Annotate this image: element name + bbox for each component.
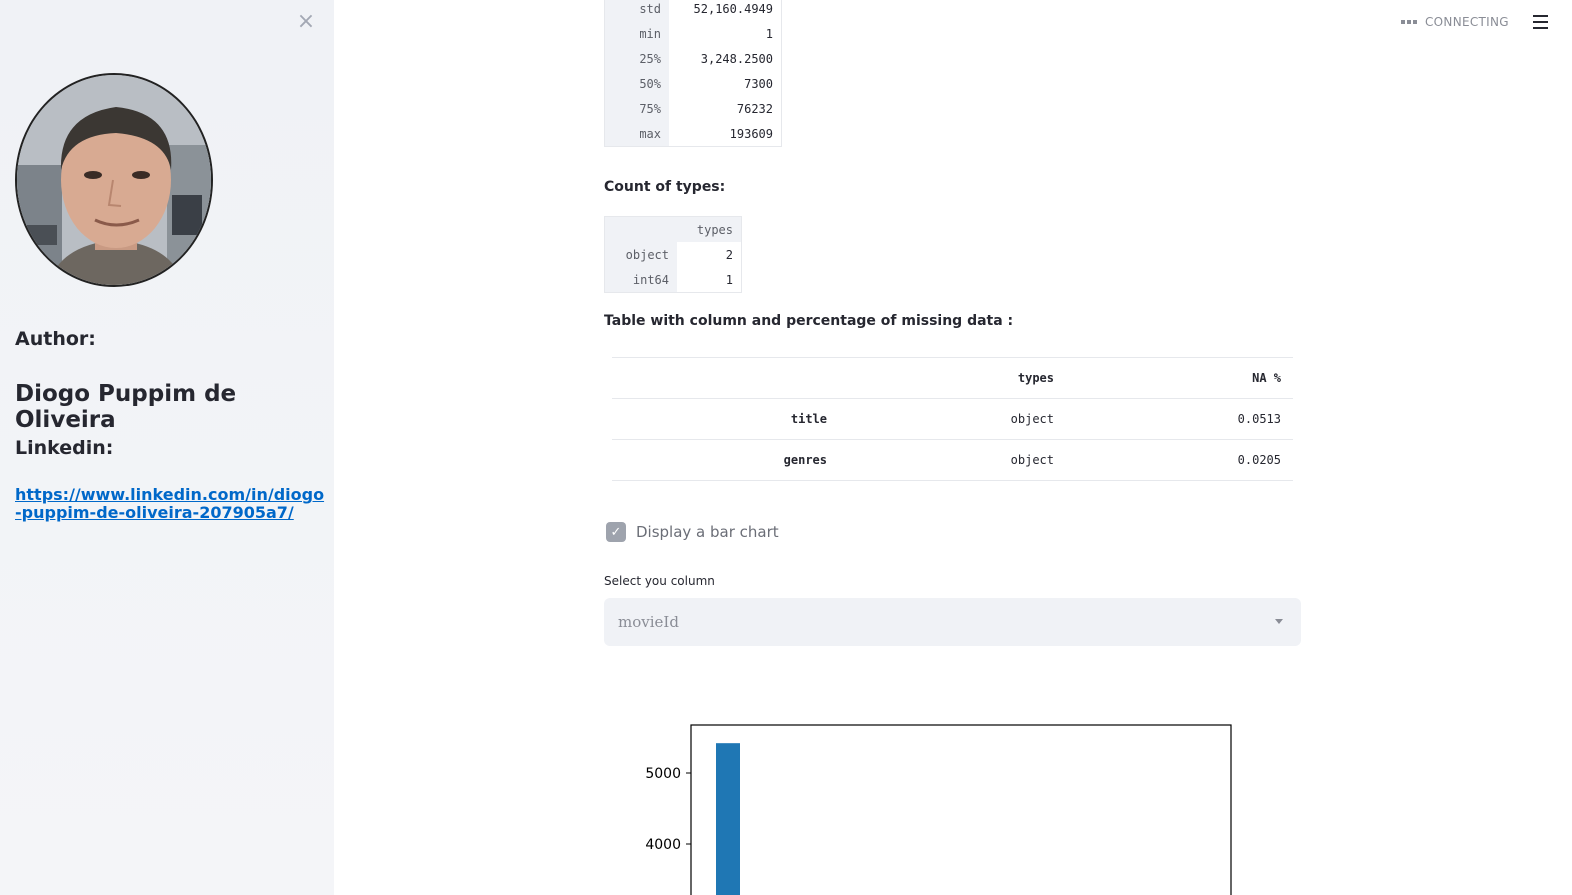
connection-status: CONNECTING <box>1401 13 1509 31</box>
table-row: 75% 76232 <box>604 96 782 121</box>
sidebar: × Author: Diogo Puppim de Oliveira Linke… <box>0 0 334 895</box>
author-name: Diogo Puppim de Oliveira <box>15 381 237 433</box>
describe-table: std 52,160.4949 min 1 25% 3,248.2500 50% 7300 75… <box>604 0 782 147</box>
missing-header-blank <box>612 357 839 399</box>
table-row: 25% 3,248.2500 <box>604 46 782 71</box>
table-row: max 193609 <box>604 121 782 147</box>
missing-data-title: Table with column and percentage of miss… <box>604 313 1014 329</box>
stat-label: std <box>604 0 669 21</box>
table-row: genres object 0.0205 <box>612 439 1293 481</box>
stat-value: 193609 <box>669 121 782 147</box>
table-row: int64 1 <box>604 267 742 293</box>
table-row: title object 0.0513 <box>612 398 1293 440</box>
chart-frame <box>690 724 1232 895</box>
stat-value: 7300 <box>669 71 782 96</box>
select-label: Select you column <box>604 574 715 588</box>
close-sidebar-icon[interactable]: × <box>296 11 316 33</box>
y-tick-label: 5000 <box>645 766 681 782</box>
bar <box>716 743 740 895</box>
missing-data-table: types NA % title object 0.0513 genres ob… <box>612 357 1293 481</box>
missing-header-types: types <box>839 357 1066 399</box>
stat-value: 76232 <box>669 96 782 121</box>
status-text: CONNECTING <box>1425 15 1509 29</box>
table-row: object 2 <box>604 242 742 267</box>
table-row: min 1 <box>604 21 782 46</box>
select-value: movieId <box>618 613 679 631</box>
table-row: 50% 7300 <box>604 71 782 96</box>
count-types-table: types object 2 int64 1 <box>604 216 742 293</box>
stat-value: 3,248.2500 <box>669 46 782 71</box>
avatar-photo <box>17 75 211 285</box>
missing-header-na: NA % <box>1066 357 1293 399</box>
count-types-title: Count of types: <box>604 179 726 195</box>
linkedin-label: Linkedin: <box>15 437 114 459</box>
bar-chart-checkbox[interactable]: ✓ Display a bar chart <box>606 522 779 542</box>
bar-chart: 4000 5000 <box>645 724 1232 895</box>
author-label: Author: <box>15 328 96 350</box>
types-table-corner <box>604 216 677 242</box>
connecting-icon <box>1401 20 1417 24</box>
type-label: int64 <box>604 267 677 293</box>
stat-label: 25% <box>604 46 669 71</box>
row-name: title <box>612 398 839 440</box>
hamburger-menu-icon[interactable] <box>1533 15 1548 29</box>
stat-value: 1 <box>669 21 782 46</box>
stat-label: min <box>604 21 669 46</box>
column-select[interactable]: movieId <box>604 598 1301 646</box>
checkbox-check-icon[interactable]: ✓ <box>606 522 626 542</box>
author-avatar <box>15 73 213 287</box>
chevron-down-icon <box>1275 619 1283 624</box>
type-count: 2 <box>677 242 742 267</box>
row-type: object <box>839 439 1066 481</box>
stat-value: 52,160.4949 <box>669 0 782 21</box>
stat-label: 50% <box>604 71 669 96</box>
row-na: 0.0513 <box>1066 398 1293 440</box>
checkbox-label: Display a bar chart <box>636 523 779 541</box>
row-name: genres <box>612 439 839 481</box>
linkedin-link[interactable]: https://www.linkedin.com/in/diogo-puppim… <box>15 486 327 522</box>
type-label: object <box>604 242 677 267</box>
row-type: object <box>839 398 1066 440</box>
stat-label: 75% <box>604 96 669 121</box>
row-na: 0.0205 <box>1066 439 1293 481</box>
type-count: 1 <box>677 267 742 293</box>
types-table-header: types <box>677 216 742 242</box>
y-tick-label: 4000 <box>645 837 681 853</box>
stat-label: max <box>604 121 669 147</box>
table-row: std 52,160.4949 <box>604 0 782 21</box>
